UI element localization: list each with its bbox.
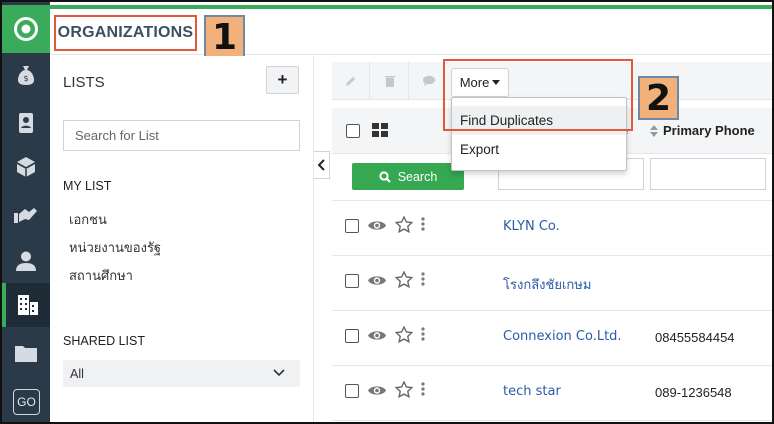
star-icon[interactable]: [394, 325, 414, 348]
shared-list-label: SHARED LIST: [63, 334, 145, 348]
export-menu-item[interactable]: Export: [452, 135, 626, 164]
delete-icon[interactable]: [371, 62, 409, 100]
eye-icon[interactable]: [367, 219, 387, 237]
search-button-label: Search: [397, 169, 438, 184]
add-list-button[interactable]: +: [266, 66, 299, 94]
edit-icon[interactable]: [332, 62, 370, 100]
eye-icon[interactable]: [367, 274, 387, 292]
money-bag-icon[interactable]: $: [2, 53, 50, 97]
app-logo-icon[interactable]: [2, 5, 50, 53]
table-row[interactable]: KLYN Co.: [332, 201, 772, 256]
annotation-highlight-box: [443, 59, 633, 131]
search-icon: [379, 170, 391, 183]
phone-filter-input[interactable]: [650, 158, 766, 190]
chevron-left-icon: [317, 159, 325, 171]
star-icon[interactable]: [394, 380, 414, 403]
annotation-badge-2: 2: [638, 76, 679, 120]
go-button[interactable]: GO: [13, 389, 40, 415]
more-options-icon[interactable]: [421, 272, 425, 291]
list-item-education[interactable]: สถานศึกษา: [69, 265, 133, 286]
row-checkbox[interactable]: [345, 384, 359, 398]
org-phone: 08455584454: [655, 330, 735, 345]
more-options-icon[interactable]: [421, 217, 425, 236]
shared-list-select[interactable]: All: [63, 360, 300, 387]
org-phone: 089-1236548: [655, 385, 732, 400]
chevron-down-icon: [273, 366, 285, 381]
list-search-input[interactable]: [63, 120, 300, 151]
sort-icon: [650, 124, 658, 137]
primary-phone-label: Primary Phone: [663, 123, 755, 138]
more-options-icon[interactable]: [421, 327, 425, 346]
table-row[interactable]: โรงกลึงชัยเกษม: [332, 256, 772, 311]
row-checkbox[interactable]: [345, 219, 359, 233]
lists-title: LISTS: [63, 74, 105, 91]
folder-icon[interactable]: [2, 331, 50, 375]
page-title: ORGANIZATIONS: [54, 15, 197, 51]
org-name-link[interactable]: KLYN Co.: [503, 219, 560, 234]
eye-icon[interactable]: [367, 384, 387, 402]
list-item-government[interactable]: หน่วยงานของรัฐ: [69, 237, 161, 258]
contact-book-icon[interactable]: [2, 101, 50, 145]
icon-rail: $ GO: [2, 2, 50, 422]
svg-text:$: $: [23, 74, 28, 83]
org-name-link[interactable]: tech star: [503, 384, 561, 399]
grid-view-icon[interactable]: [372, 123, 388, 142]
org-name-link[interactable]: Connexion Co.Ltd.: [503, 329, 622, 344]
eye-icon[interactable]: [367, 329, 387, 347]
building-icon[interactable]: [2, 283, 50, 327]
shared-list-value: All: [70, 366, 84, 381]
table-row[interactable]: tech star 089-1236548: [332, 366, 772, 421]
row-checkbox[interactable]: [345, 329, 359, 343]
column-header-primary-phone[interactable]: Primary Phone: [650, 123, 755, 138]
my-list-label: MY LIST: [63, 179, 112, 193]
org-name-link[interactable]: โรงกลึงชัยเกษม: [503, 274, 591, 295]
handshake-icon[interactable]: [2, 193, 50, 237]
list-item-private[interactable]: เอกชน: [69, 209, 107, 230]
box-icon[interactable]: [2, 145, 50, 189]
search-button[interactable]: Search: [352, 163, 464, 190]
table-row[interactable]: Connexion Co.Ltd. 08455584454: [332, 311, 772, 366]
row-checkbox[interactable]: [345, 274, 359, 288]
person-icon[interactable]: [2, 239, 50, 283]
star-icon[interactable]: [394, 215, 414, 238]
collapse-panel-button[interactable]: [314, 151, 330, 179]
lists-panel: LISTS + MY LIST เอกชน หน่วยงานของรัฐ สถา…: [50, 56, 314, 422]
annotation-badge-1: 1: [204, 15, 245, 59]
select-all-checkbox[interactable]: [346, 124, 360, 138]
star-icon[interactable]: [394, 270, 414, 293]
more-options-icon[interactable]: [421, 382, 425, 401]
app-window: $ GO ORGANIZATIONS 1 LISTS + MY LIST เอก…: [0, 0, 774, 424]
